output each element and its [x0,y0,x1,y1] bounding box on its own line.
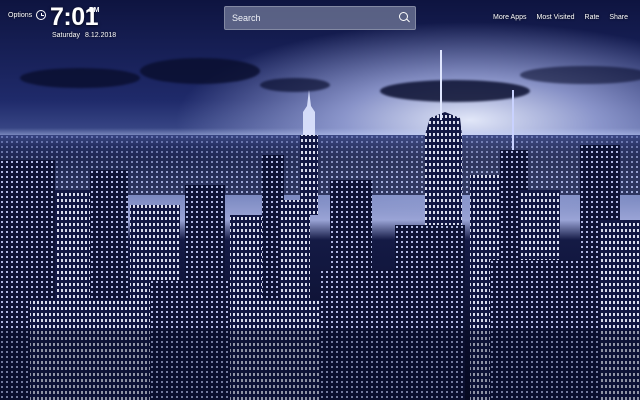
rate-link[interactable]: Rate [585,14,600,21]
search-input[interactable] [225,7,395,29]
clock-icon[interactable] [36,10,46,20]
options-link[interactable]: Options [8,12,32,19]
date-value: 8.12.2018 [85,32,117,39]
most-visited-link[interactable]: Most Visited [537,14,575,21]
share-link[interactable]: Share [609,14,628,21]
search-button[interactable] [393,7,415,29]
top-nav: More Apps Most Visited Rate Share [493,14,628,21]
more-apps-link[interactable]: More Apps [493,14,526,21]
search-box [224,6,416,30]
search-icon [399,12,408,21]
day-of-week: Saturday [52,32,81,39]
city-skyline [0,50,640,400]
clock-date: Saturday 8.12.2018 [52,32,121,39]
clock-ampm: PM [89,7,100,14]
